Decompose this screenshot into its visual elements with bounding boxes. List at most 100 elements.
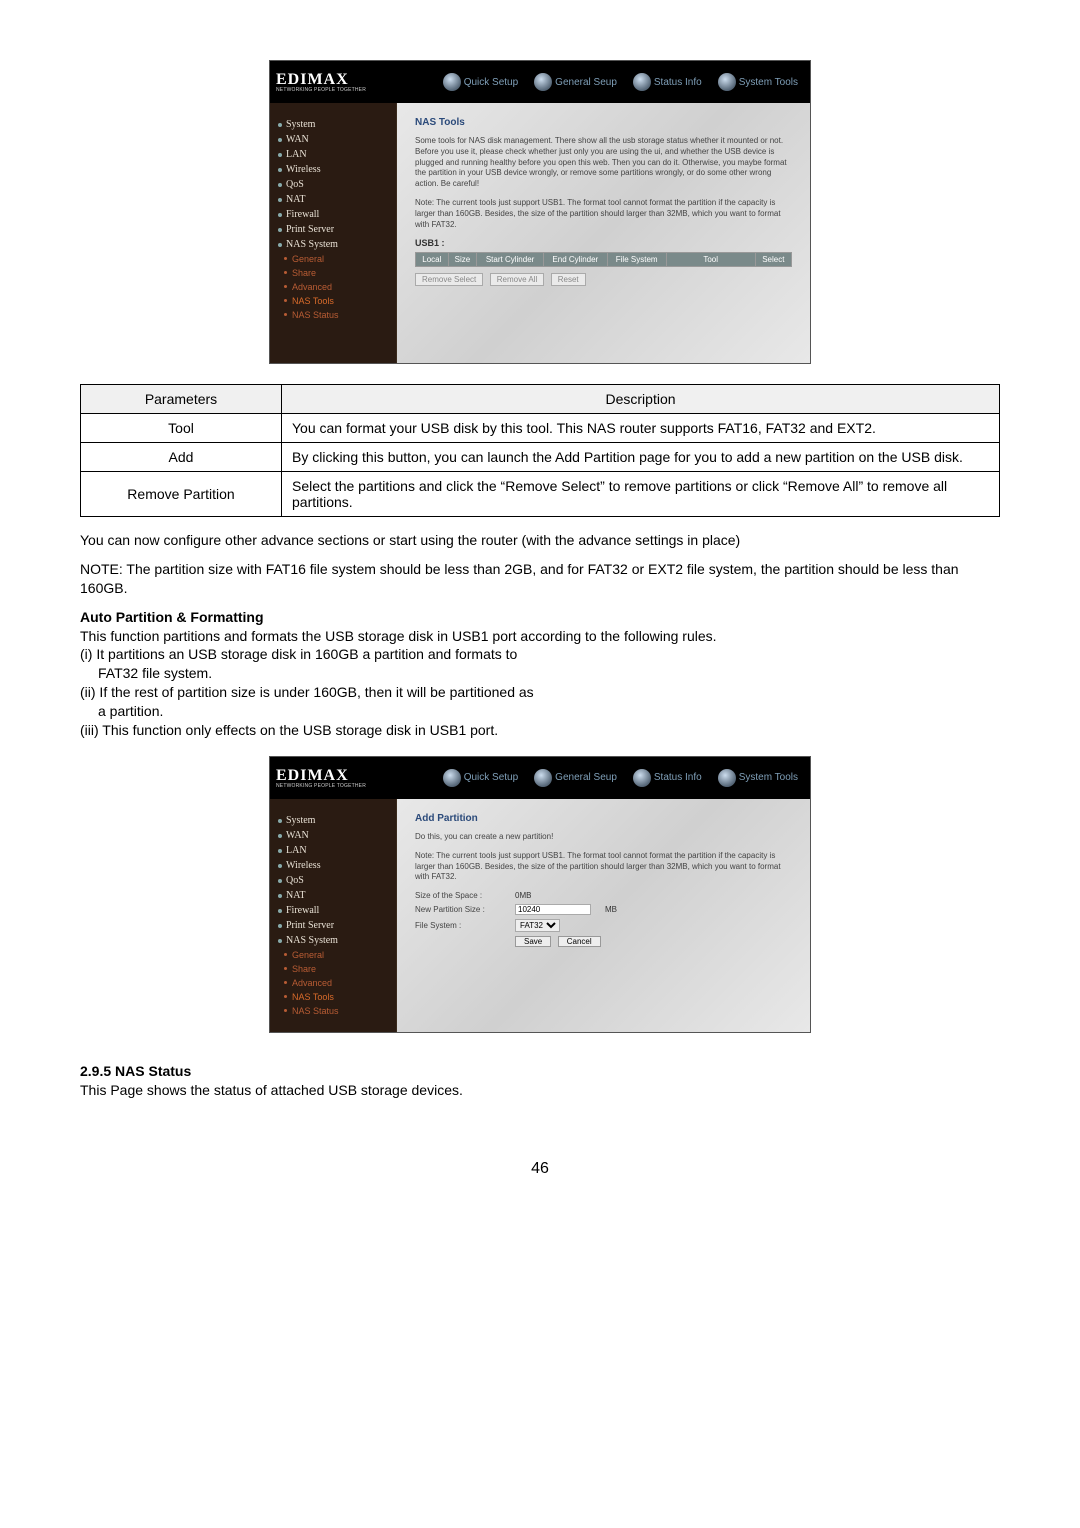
table-row: Add By clicking this button, you can lau… (81, 443, 1000, 472)
sidebar-item-label: LAN (286, 845, 307, 856)
sidebar-item-nat[interactable]: NAT (278, 192, 388, 207)
col-fs: File System (607, 253, 666, 267)
tab-status-info[interactable]: Status Info (627, 767, 708, 789)
tab-system-tools[interactable]: System Tools (712, 71, 804, 93)
remove-all-button[interactable]: Remove All (490, 273, 544, 286)
router-panel-add-partition: EDIMAX NETWORKING PEOPLE TOGETHER Quick … (269, 756, 811, 1033)
sidebar-item-general[interactable]: General (278, 948, 388, 962)
new-partition-size-input[interactable] (515, 904, 591, 915)
sidebar-item-lan[interactable]: LAN (278, 147, 388, 162)
tab-system-tools[interactable]: System Tools (712, 767, 804, 789)
globe-icon (633, 769, 651, 787)
sidebar-item-label: Print Server (286, 224, 334, 235)
cancel-button[interactable]: Cancel (558, 936, 601, 947)
router-body: System WAN LAN Wireless QoS NAT Firewall… (270, 799, 810, 1032)
sidebar-item-share[interactable]: Share (278, 962, 388, 976)
size-of-space-value: 0MB (515, 891, 531, 900)
sidebar-item-system[interactable]: System (278, 117, 388, 132)
sidebar-item-nas-status[interactable]: NAS Status (278, 1004, 388, 1018)
router-body: System WAN LAN Wireless QoS NAT Firewall… (270, 103, 810, 363)
col-local: Local (416, 253, 449, 267)
sidebar-item-label: WAN (286, 134, 309, 145)
sidebar-item-label: System (286, 119, 315, 130)
sidebar-item-label: General (292, 254, 324, 264)
save-button[interactable]: Save (515, 936, 551, 947)
tab-quick-setup[interactable]: Quick Setup (437, 767, 524, 789)
param-cell: Remove Partition (81, 472, 282, 517)
sidebar-item-label: Advanced (292, 282, 332, 292)
sidebar-item-lan[interactable]: LAN (278, 843, 388, 858)
doc-text: You can now configure other advance sect… (80, 531, 1000, 550)
th-description: Description (282, 385, 1000, 414)
router-panel-nas-tools: EDIMAX NETWORKING PEOPLE TOGETHER Quick … (269, 60, 811, 364)
globe-icon (718, 769, 736, 787)
sidebar-item-print-server[interactable]: Print Server (278, 222, 388, 237)
remove-select-button[interactable]: Remove Select (415, 273, 483, 286)
row-file-system: File System : FAT32 (415, 919, 792, 932)
sidebar-item-nas-tools[interactable]: NAS Tools (278, 294, 388, 308)
sidebar-item-print-server[interactable]: Print Server (278, 918, 388, 933)
sidebar-item-wan[interactable]: WAN (278, 828, 388, 843)
tab-status-info[interactable]: Status Info (627, 71, 708, 93)
auto-partition-heading: Auto Partition & Formatting (80, 609, 264, 625)
sidebar-item-label: NAS Status (292, 310, 339, 320)
content-intro: Do this, you can create a new partition! (415, 832, 792, 843)
sidebar-item-label: NAS System (286, 935, 338, 946)
reset-button[interactable]: Reset (551, 273, 586, 286)
col-end: End Cylinder (543, 253, 607, 267)
globe-icon (718, 73, 736, 91)
row-size-of-space: Size of the Space : 0MB (415, 891, 792, 900)
sidebar-item-label: General (292, 950, 324, 960)
sidebar-item-label: Print Server (286, 920, 334, 931)
tab-label: General Seup (555, 77, 617, 88)
sidebar-item-label: QoS (286, 875, 304, 886)
sidebar-item-nas-tools[interactable]: NAS Tools (278, 990, 388, 1004)
col-select: Select (755, 253, 791, 267)
sidebar-item-share[interactable]: Share (278, 266, 388, 280)
tab-label: System Tools (739, 77, 798, 88)
sidebar-item-label: Share (292, 268, 316, 278)
tab-label: Status Info (654, 772, 702, 783)
sidebar-item-advanced[interactable]: Advanced (278, 976, 388, 990)
sidebar-item-qos[interactable]: QoS (278, 177, 388, 192)
sidebar-item-nas-status[interactable]: NAS Status (278, 308, 388, 322)
sidebar-item-label: NAT (286, 890, 305, 901)
col-start: Start Cylinder (477, 253, 544, 267)
tab-label: Quick Setup (464, 77, 518, 88)
sidebar-item-wan[interactable]: WAN (278, 132, 388, 147)
sidebar-item-system[interactable]: System (278, 813, 388, 828)
sidebar-item-nat[interactable]: NAT (278, 888, 388, 903)
tab-general-setup[interactable]: General Seup (528, 767, 623, 789)
globe-icon (633, 73, 651, 91)
tab-label: Quick Setup (464, 772, 518, 783)
sidebar-item-label: NAS Tools (292, 296, 334, 306)
sidebar-item-nas-system[interactable]: NAS System (278, 933, 388, 948)
sidebar-item-label: Advanced (292, 978, 332, 988)
tab-quick-setup[interactable]: Quick Setup (437, 71, 524, 93)
sidebar-item-label: System (286, 815, 315, 826)
sidebar-item-firewall[interactable]: Firewall (278, 903, 388, 918)
sidebar-item-qos[interactable]: QoS (278, 873, 388, 888)
sidebar-item-wireless[interactable]: Wireless (278, 858, 388, 873)
sidebar-item-label: Share (292, 964, 316, 974)
page-number: 46 (80, 1160, 1000, 1178)
sidebar-item-label: NAT (286, 194, 305, 205)
logo: EDIMAX NETWORKING PEOPLE TOGETHER (270, 767, 386, 789)
file-system-select[interactable]: FAT32 (515, 919, 560, 932)
sidebar-item-general[interactable]: General (278, 252, 388, 266)
col-tool: Tool (666, 253, 755, 267)
sidebar-item-nas-system[interactable]: NAS System (278, 237, 388, 252)
globe-icon (443, 769, 461, 787)
tab-general-setup[interactable]: General Seup (528, 71, 623, 93)
sidebar-item-label: Firewall (286, 905, 319, 916)
sidebar-item-firewall[interactable]: Firewall (278, 207, 388, 222)
content-note: Note: The current tools just support USB… (415, 198, 792, 230)
param-cell: Add (81, 443, 282, 472)
desc-cell: You can format your USB disk by this too… (282, 414, 1000, 443)
sidebar-item-label: NAS Status (292, 1006, 339, 1016)
col-size: Size (448, 253, 477, 267)
param-cell: Tool (81, 414, 282, 443)
new-partition-size-label: New Partition Size : (415, 905, 515, 914)
sidebar-item-advanced[interactable]: Advanced (278, 280, 388, 294)
sidebar-item-wireless[interactable]: Wireless (278, 162, 388, 177)
